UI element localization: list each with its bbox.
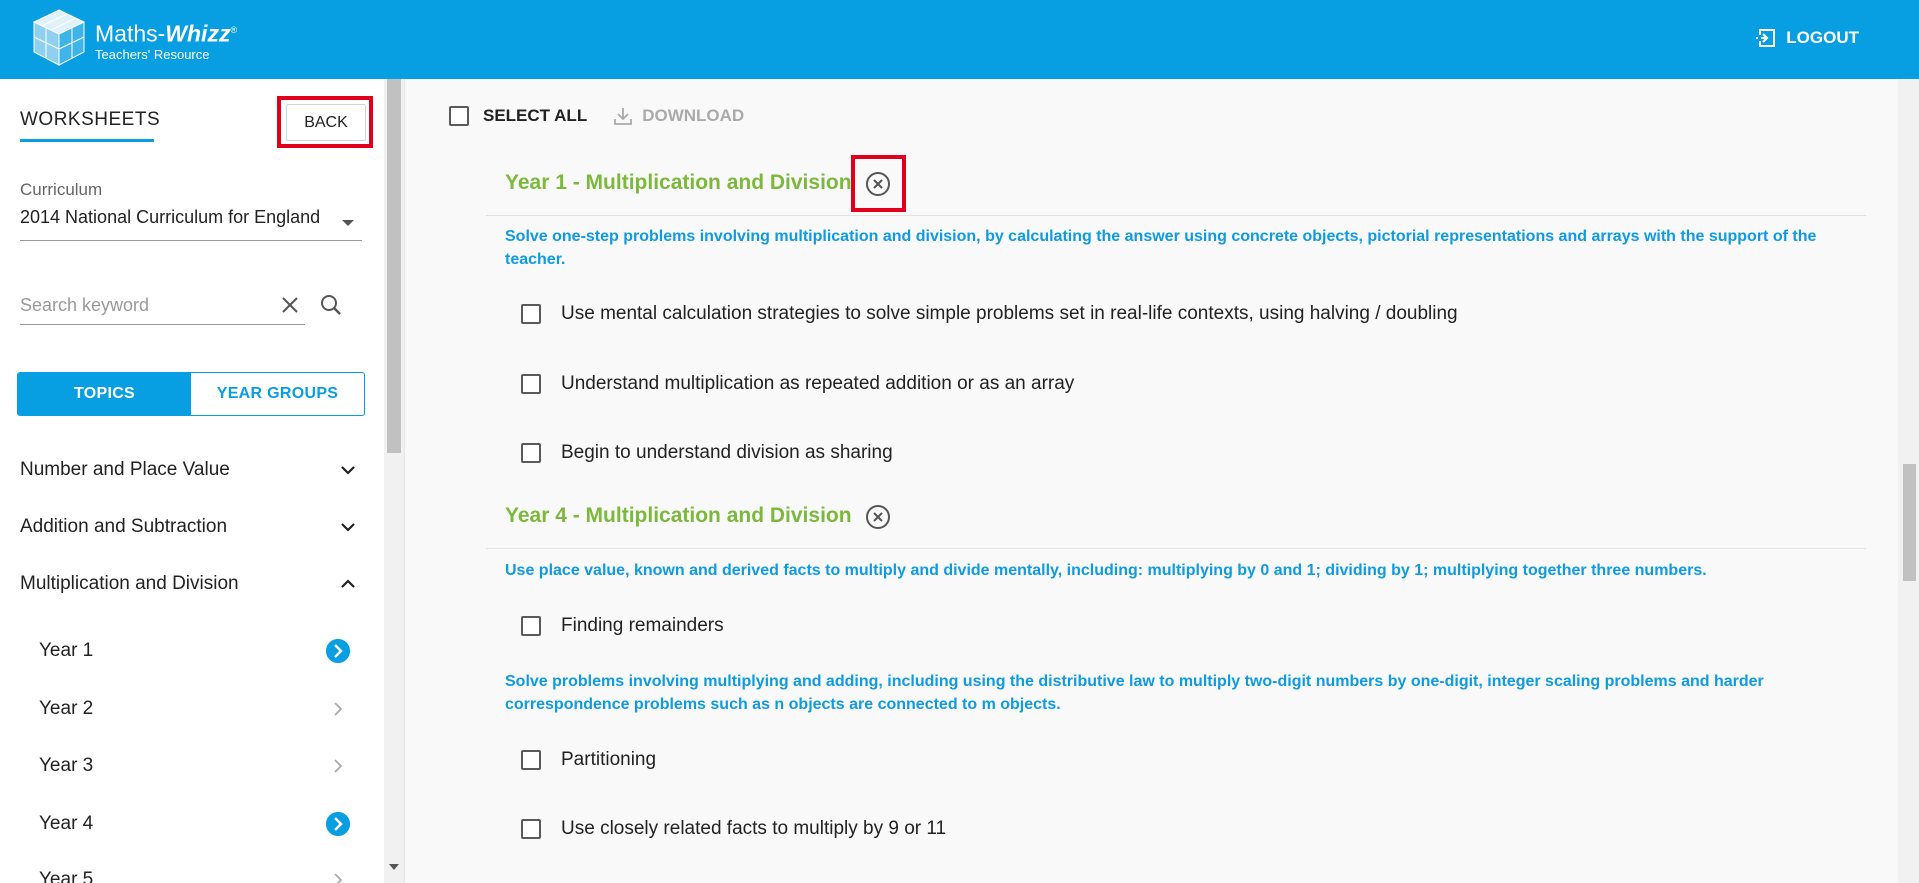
select-all-checkbox[interactable]: [449, 106, 469, 126]
logout-button[interactable]: LOGOUT: [1756, 28, 1859, 48]
sidebar-scrollbar-thumb[interactable]: [387, 79, 401, 453]
worksheet-checkbox[interactable]: [521, 443, 541, 463]
chevron-up-icon: [341, 579, 355, 588]
worksheet-item[interactable]: Partitioning: [521, 747, 656, 773]
sidebar-title: WORKSHEETS: [20, 109, 161, 130]
curriculum-label: Curriculum: [20, 180, 103, 199]
section-divider: [486, 548, 1866, 549]
chevron-right-icon: [334, 759, 343, 773]
remove-section-icon[interactable]: [865, 504, 891, 530]
sidebar-item-year-2[interactable]: Year 2: [0, 686, 365, 732]
worksheet-checkbox[interactable]: [521, 374, 541, 394]
worksheet-label: Use mental calculation strategies to sol…: [561, 303, 1458, 324]
section-title-year-4: Year 4 - Multiplication and Division: [505, 504, 852, 527]
worksheet-label: Begin to understand division as sharing: [561, 442, 893, 463]
objective-text: Use place value, known and derived facts…: [505, 562, 1707, 579]
worksheet-label: Use closely related facts to multiply by…: [561, 818, 947, 839]
worksheet-label: Finding remainders: [561, 615, 724, 636]
curriculum-dropdown-icon[interactable]: [342, 220, 354, 226]
chevron-right-selected-icon: [326, 639, 350, 663]
search-input[interactable]: [20, 287, 305, 325]
section-title-year-1: Year 1 - Multiplication and Division: [505, 171, 852, 194]
worksheet-checkbox[interactable]: [521, 750, 541, 770]
year-label: Year 3: [39, 755, 94, 776]
topic-number-and-place-value[interactable]: Number and Place Value: [0, 447, 365, 493]
chevron-down-icon: [341, 523, 355, 532]
section-divider: [486, 215, 1866, 216]
year-label: Year 1: [39, 640, 94, 661]
chevron-right-selected-icon: [326, 812, 350, 836]
worksheet-item[interactable]: Finding remainders: [521, 613, 724, 639]
remove-section-icon[interactable]: [865, 171, 891, 197]
worksheet-checkbox[interactable]: [521, 304, 541, 324]
sidebar: WORKSHEETS BACK Curriculum 2014 National…: [0, 79, 385, 883]
topic-label: Addition and Subtraction: [20, 516, 228, 537]
logout-label: LOGOUT: [1786, 28, 1859, 47]
toolbar: SELECT ALL DOWNLOAD: [449, 103, 744, 129]
worksheet-item[interactable]: Begin to understand division as sharing: [521, 440, 893, 466]
chevron-right-icon: [334, 873, 343, 883]
topic-multiplication-and-division[interactable]: Multiplication and Division: [0, 561, 365, 607]
view-tabs: TOPICS YEAR GROUPS: [17, 372, 365, 416]
download-button[interactable]: DOWNLOAD: [642, 106, 744, 126]
sidebar-scrollbar[interactable]: [384, 79, 404, 883]
clear-search-icon[interactable]: [280, 295, 300, 315]
maths-whizz-logo-icon: [32, 9, 86, 66]
worksheet-label: Partitioning: [561, 749, 657, 770]
download-icon[interactable]: [613, 106, 633, 126]
year-label: Year 4: [39, 813, 94, 834]
sidebar-item-year-5[interactable]: Year 5: [0, 857, 365, 883]
sidebar-item-year-1[interactable]: Year 1: [0, 628, 365, 674]
objective-text: Solve one-step problems involving multip…: [505, 228, 1817, 268]
topic-label: Number and Place Value: [20, 459, 230, 480]
objective-text: Solve problems involving multiplying and…: [505, 673, 1764, 713]
curriculum-select[interactable]: 2014 National Curriculum for England: [20, 207, 362, 241]
app-root: Maths-Whizz® Teachers' Resource LOGOUT W…: [0, 0, 1919, 883]
worksheet-item[interactable]: Use closely related facts to multiply by…: [521, 816, 946, 842]
worksheet-item[interactable]: Use mental calculation strategies to sol…: [521, 301, 1458, 327]
year-label: Year 2: [39, 698, 94, 719]
search-icon[interactable]: [320, 294, 342, 316]
worksheet-list: SELECT ALL DOWNLOAD Year 1 - Multiplicat…: [404, 79, 1898, 883]
brand: Maths-Whizz® Teachers' Resource: [95, 17, 237, 62]
tab-year-groups[interactable]: YEAR GROUPS: [191, 373, 364, 415]
topic-addition-and-subtraction[interactable]: Addition and Subtraction: [0, 504, 365, 550]
logout-icon: [1756, 29, 1776, 47]
brand-subtitle: Teachers' Resource: [95, 46, 210, 62]
worksheet-label: Understand multiplication as repeated ad…: [561, 373, 1075, 394]
worksheet-checkbox[interactable]: [521, 819, 541, 839]
top-header: Maths-Whizz® Teachers' Resource LOGOUT: [0, 0, 1919, 79]
topic-label: Multiplication and Division: [20, 573, 239, 594]
select-all-label[interactable]: SELECT ALL: [483, 106, 587, 126]
year-label: Year 5: [39, 869, 94, 883]
sidebar-item-year-4[interactable]: Year 4: [0, 801, 365, 847]
back-button[interactable]: BACK: [286, 104, 366, 141]
brand-name: Maths-Whizz®: [95, 20, 238, 47]
chevron-down-icon: [341, 466, 355, 475]
worksheet-item[interactable]: Understand multiplication as repeated ad…: [521, 371, 1074, 397]
chevron-right-icon: [334, 702, 343, 716]
scroll-down-arrow-icon[interactable]: [389, 864, 399, 870]
worksheet-checkbox[interactable]: [521, 616, 541, 636]
main-scrollbar-thumb[interactable]: [1903, 464, 1916, 581]
main-scrollbar[interactable]: [1898, 79, 1919, 883]
tab-topics[interactable]: TOPICS: [18, 373, 191, 415]
sidebar-item-year-3[interactable]: Year 3: [0, 743, 365, 789]
sidebar-title-underline: [20, 139, 154, 142]
